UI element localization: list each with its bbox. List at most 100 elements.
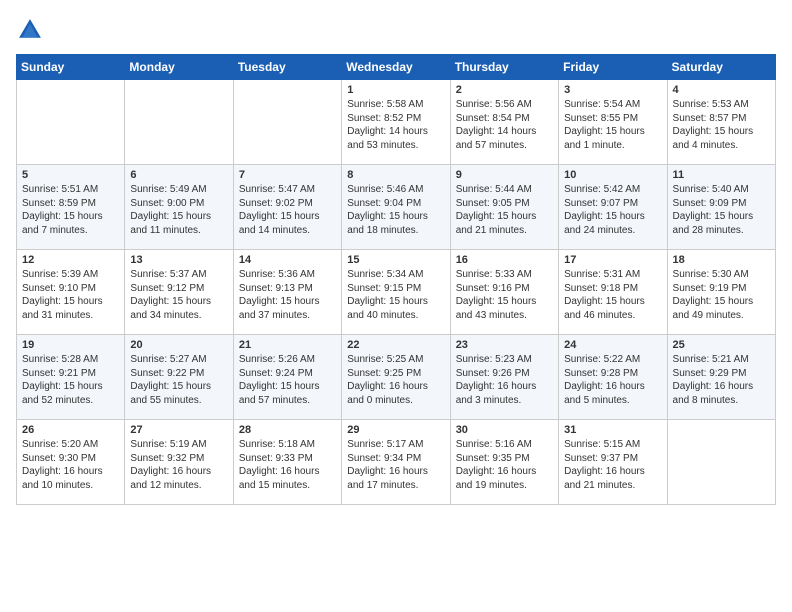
calendar-cell: 8 Sunrise: 5:46 AM Sunset: 9:04 PM Daylig… (342, 165, 450, 250)
calendar-cell (17, 80, 125, 165)
calendar-cell: 21 Sunrise: 5:26 AM Sunset: 9:24 PM Dayli… (233, 335, 341, 420)
calendar-cell: 14 Sunrise: 5:36 AM Sunset: 9:13 PM Dayli… (233, 250, 341, 335)
day-info: Sunrise: 5:53 AM Sunset: 8:57 PM Dayligh… (673, 98, 770, 152)
calendar-cell: 7 Sunrise: 5:47 AM Sunset: 9:02 PM Daylig… (233, 165, 341, 250)
calendar-cell: 11 Sunrise: 5:40 AM Sunset: 9:09 PM Dayli… (667, 165, 775, 250)
calendar-cell: 3Sunrise: 5:54 AM Sunset: 8:55 PM Daylig… (559, 80, 667, 165)
day-number: 4 (673, 84, 770, 96)
calendar-cell: 5 Sunrise: 5:51 AM Sunset: 8:59 PM Daylig… (17, 165, 125, 250)
day-number: 30 (456, 424, 553, 436)
day-number: 22 (347, 339, 444, 351)
calendar-cell: 27Sunrise: 5:19 AM Sunset: 9:32 PM Dayli… (125, 420, 233, 505)
day-number: 18 (673, 254, 770, 266)
day-number: 26 (22, 424, 119, 436)
calendar-cell: 1 Sunrise: 5:58 AM Sunset: 8:52 PM Daylig… (342, 80, 450, 165)
logo-icon (16, 16, 44, 44)
calendar-cell: 16 Sunrise: 5:33 AM Sunset: 9:16 PM Dayli… (450, 250, 558, 335)
calendar-cell: 9 Sunrise: 5:44 AM Sunset: 9:05 PM Daylig… (450, 165, 558, 250)
day-number: 9 (456, 169, 553, 181)
day-info: Sunrise: 5:21 AM Sunset: 9:29 PM Dayligh… (673, 353, 770, 407)
day-number: 11 (673, 169, 770, 181)
day-number: 1 (347, 84, 444, 96)
day-number: 28 (239, 424, 336, 436)
day-info: Sunrise: 5:44 AM Sunset: 9:05 PM Dayligh… (456, 183, 553, 237)
day-info: Sunrise: 5:31 AM Sunset: 9:18 PM Dayligh… (564, 268, 661, 322)
day-number: 6 (130, 169, 227, 181)
day-number: 16 (456, 254, 553, 266)
day-info: Sunrise: 5:16 AM Sunset: 9:35 PM Dayligh… (456, 438, 553, 492)
calendar-cell (125, 80, 233, 165)
day-number: 13 (130, 254, 227, 266)
page-header (16, 16, 776, 44)
day-info: Sunrise: 5:26 AM Sunset: 9:24 PM Dayligh… (239, 353, 336, 407)
day-info: Sunrise: 5:36 AM Sunset: 9:13 PM Dayligh… (239, 268, 336, 322)
calendar-cell: 25 Sunrise: 5:21 AM Sunset: 9:29 PM Dayli… (667, 335, 775, 420)
day-header-monday: Monday (125, 55, 233, 80)
day-number: 23 (456, 339, 553, 351)
day-info: Sunrise: 5:20 AM Sunset: 9:30 PM Dayligh… (22, 438, 119, 492)
day-number: 5 (22, 169, 119, 181)
day-info: Sunrise: 5:47 AM Sunset: 9:02 PM Dayligh… (239, 183, 336, 237)
day-number: 7 (239, 169, 336, 181)
day-number: 10 (564, 169, 661, 181)
day-header-wednesday: Wednesday (342, 55, 450, 80)
day-header-sunday: Sunday (17, 55, 125, 80)
day-info: Sunrise: 5:27 AM Sunset: 9:22 PM Dayligh… (130, 353, 227, 407)
day-info: Sunrise: 5:15 AM Sunset: 9:37 PM Dayligh… (564, 438, 661, 492)
calendar-cell: 26 Sunrise: 5:20 AM Sunset: 9:30 PM Dayli… (17, 420, 125, 505)
calendar-cell: 2 Sunrise: 5:56 AM Sunset: 8:54 PM Daylig… (450, 80, 558, 165)
calendar-cell: 4 Sunrise: 5:53 AM Sunset: 8:57 PM Daylig… (667, 80, 775, 165)
calendar-cell: 15Sunrise: 5:34 AM Sunset: 9:15 PM Dayli… (342, 250, 450, 335)
day-number: 31 (564, 424, 661, 436)
day-info: Sunrise: 5:33 AM Sunset: 9:16 PM Dayligh… (456, 268, 553, 322)
calendar-week-5: 26 Sunrise: 5:20 AM Sunset: 9:30 PM Dayli… (17, 420, 776, 505)
day-header-tuesday: Tuesday (233, 55, 341, 80)
calendar-week-1: 1 Sunrise: 5:58 AM Sunset: 8:52 PM Daylig… (17, 80, 776, 165)
calendar-week-3: 12 Sunrise: 5:39 AM Sunset: 9:10 PM Dayli… (17, 250, 776, 335)
day-info: Sunrise: 5:40 AM Sunset: 9:09 PM Dayligh… (673, 183, 770, 237)
calendar-cell (667, 420, 775, 505)
day-info: Sunrise: 5:39 AM Sunset: 9:10 PM Dayligh… (22, 268, 119, 322)
day-info: Sunrise: 5:51 AM Sunset: 8:59 PM Dayligh… (22, 183, 119, 237)
calendar-cell: 23 Sunrise: 5:23 AM Sunset: 9:26 PM Dayli… (450, 335, 558, 420)
calendar-cell: 10Sunrise: 5:42 AM Sunset: 9:07 PM Dayli… (559, 165, 667, 250)
day-number: 20 (130, 339, 227, 351)
day-info: Sunrise: 5:37 AM Sunset: 9:12 PM Dayligh… (130, 268, 227, 322)
day-info: Sunrise: 5:17 AM Sunset: 9:34 PM Dayligh… (347, 438, 444, 492)
day-number: 21 (239, 339, 336, 351)
day-info: Sunrise: 5:46 AM Sunset: 9:04 PM Dayligh… (347, 183, 444, 237)
calendar-cell: 28 Sunrise: 5:18 AM Sunset: 9:33 PM Dayli… (233, 420, 341, 505)
day-number: 14 (239, 254, 336, 266)
calendar-cell: 22Sunrise: 5:25 AM Sunset: 9:25 PM Dayli… (342, 335, 450, 420)
day-info: Sunrise: 5:56 AM Sunset: 8:54 PM Dayligh… (456, 98, 553, 152)
day-number: 2 (456, 84, 553, 96)
day-info: Sunrise: 5:19 AM Sunset: 9:32 PM Dayligh… (130, 438, 227, 492)
calendar-cell: 20 Sunrise: 5:27 AM Sunset: 9:22 PM Dayli… (125, 335, 233, 420)
day-info: Sunrise: 5:23 AM Sunset: 9:26 PM Dayligh… (456, 353, 553, 407)
day-number: 24 (564, 339, 661, 351)
calendar-cell: 13 Sunrise: 5:37 AM Sunset: 9:12 PM Dayli… (125, 250, 233, 335)
day-header-friday: Friday (559, 55, 667, 80)
calendar-cell: 18 Sunrise: 5:30 AM Sunset: 9:19 PM Dayli… (667, 250, 775, 335)
day-info: Sunrise: 5:22 AM Sunset: 9:28 PM Dayligh… (564, 353, 661, 407)
day-info: Sunrise: 5:34 AM Sunset: 9:15 PM Dayligh… (347, 268, 444, 322)
day-number: 25 (673, 339, 770, 351)
calendar-table: SundayMondayTuesdayWednesdayThursdayFrid… (16, 54, 776, 505)
calendar-cell: 24 Sunrise: 5:22 AM Sunset: 9:28 PM Dayli… (559, 335, 667, 420)
day-number: 12 (22, 254, 119, 266)
day-number: 17 (564, 254, 661, 266)
day-info: Sunrise: 5:18 AM Sunset: 9:33 PM Dayligh… (239, 438, 336, 492)
calendar-header-row: SundayMondayTuesdayWednesdayThursdayFrid… (17, 55, 776, 80)
calendar-cell: 31 Sunrise: 5:15 AM Sunset: 9:37 PM Dayli… (559, 420, 667, 505)
calendar-cell: 12 Sunrise: 5:39 AM Sunset: 9:10 PM Dayli… (17, 250, 125, 335)
day-number: 8 (347, 169, 444, 181)
day-info: Sunrise: 5:28 AM Sunset: 9:21 PM Dayligh… (22, 353, 119, 407)
calendar-cell: 17 Sunrise: 5:31 AM Sunset: 9:18 PM Dayli… (559, 250, 667, 335)
day-info: Sunrise: 5:30 AM Sunset: 9:19 PM Dayligh… (673, 268, 770, 322)
calendar-cell: 19Sunrise: 5:28 AM Sunset: 9:21 PM Dayli… (17, 335, 125, 420)
calendar-week-2: 5 Sunrise: 5:51 AM Sunset: 8:59 PM Daylig… (17, 165, 776, 250)
day-info: Sunrise: 5:58 AM Sunset: 8:52 PM Dayligh… (347, 98, 444, 152)
calendar-week-4: 19Sunrise: 5:28 AM Sunset: 9:21 PM Dayli… (17, 335, 776, 420)
logo (16, 16, 48, 44)
day-number: 29 (347, 424, 444, 436)
